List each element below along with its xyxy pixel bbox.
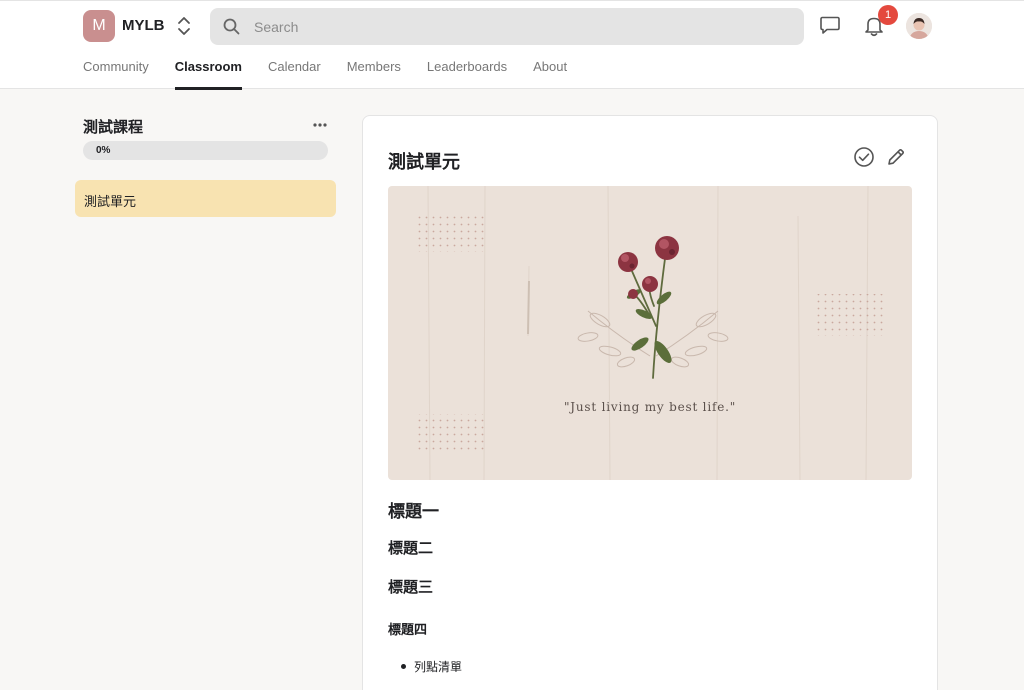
course-title: 測試課程: [83, 119, 144, 136]
notification-badge: 1: [878, 5, 898, 25]
module-content-card: 測試單元 "Just living my best life." 標題一 標題二…: [362, 115, 938, 690]
top-bar: M MYLB 1 Community Classroom Calendar Me…: [0, 0, 1024, 90]
search-input[interactable]: [254, 8, 794, 45]
avatar[interactable]: [906, 13, 932, 39]
module-title: 測試單元: [388, 152, 460, 172]
heading-2: 標題二: [388, 540, 434, 557]
chat-icon[interactable]: [819, 16, 841, 36]
nav-tabs: Community Classroom Calendar Members Lea…: [83, 59, 567, 90]
tab-community[interactable]: Community: [83, 59, 149, 90]
group-logo[interactable]: M: [83, 10, 115, 42]
heading-3: 標題三: [388, 579, 434, 596]
search-icon: [223, 18, 240, 35]
group-name[interactable]: MYLB: [122, 17, 165, 34]
chevron-up-down-icon[interactable]: [175, 15, 193, 37]
bullet-list: 列點清單: [388, 658, 462, 675]
module-item[interactable]: 測試單元: [75, 180, 336, 217]
search-bar: [210, 8, 804, 45]
heading-4: 標題四: [388, 622, 428, 637]
module-cover-image: "Just living my best life.": [388, 186, 912, 480]
flower-illustration: [388, 186, 912, 480]
pencil-icon[interactable]: [886, 147, 906, 167]
list-item: 列點清單: [388, 658, 462, 675]
tab-leaderboards[interactable]: Leaderboards: [427, 59, 507, 90]
tab-about[interactable]: About: [533, 59, 567, 90]
tab-classroom[interactable]: Classroom: [174, 59, 243, 90]
heading-1: 標題一: [388, 502, 439, 521]
course-progress-bar: 0%: [83, 141, 328, 160]
tab-calendar[interactable]: Calendar: [268, 59, 321, 90]
progress-label: 0%: [96, 145, 111, 156]
cover-quote: "Just living my best life.": [563, 400, 737, 414]
mark-complete-icon[interactable]: [853, 146, 875, 168]
tab-members[interactable]: Members: [347, 59, 401, 90]
more-options-icon[interactable]: [312, 119, 328, 131]
